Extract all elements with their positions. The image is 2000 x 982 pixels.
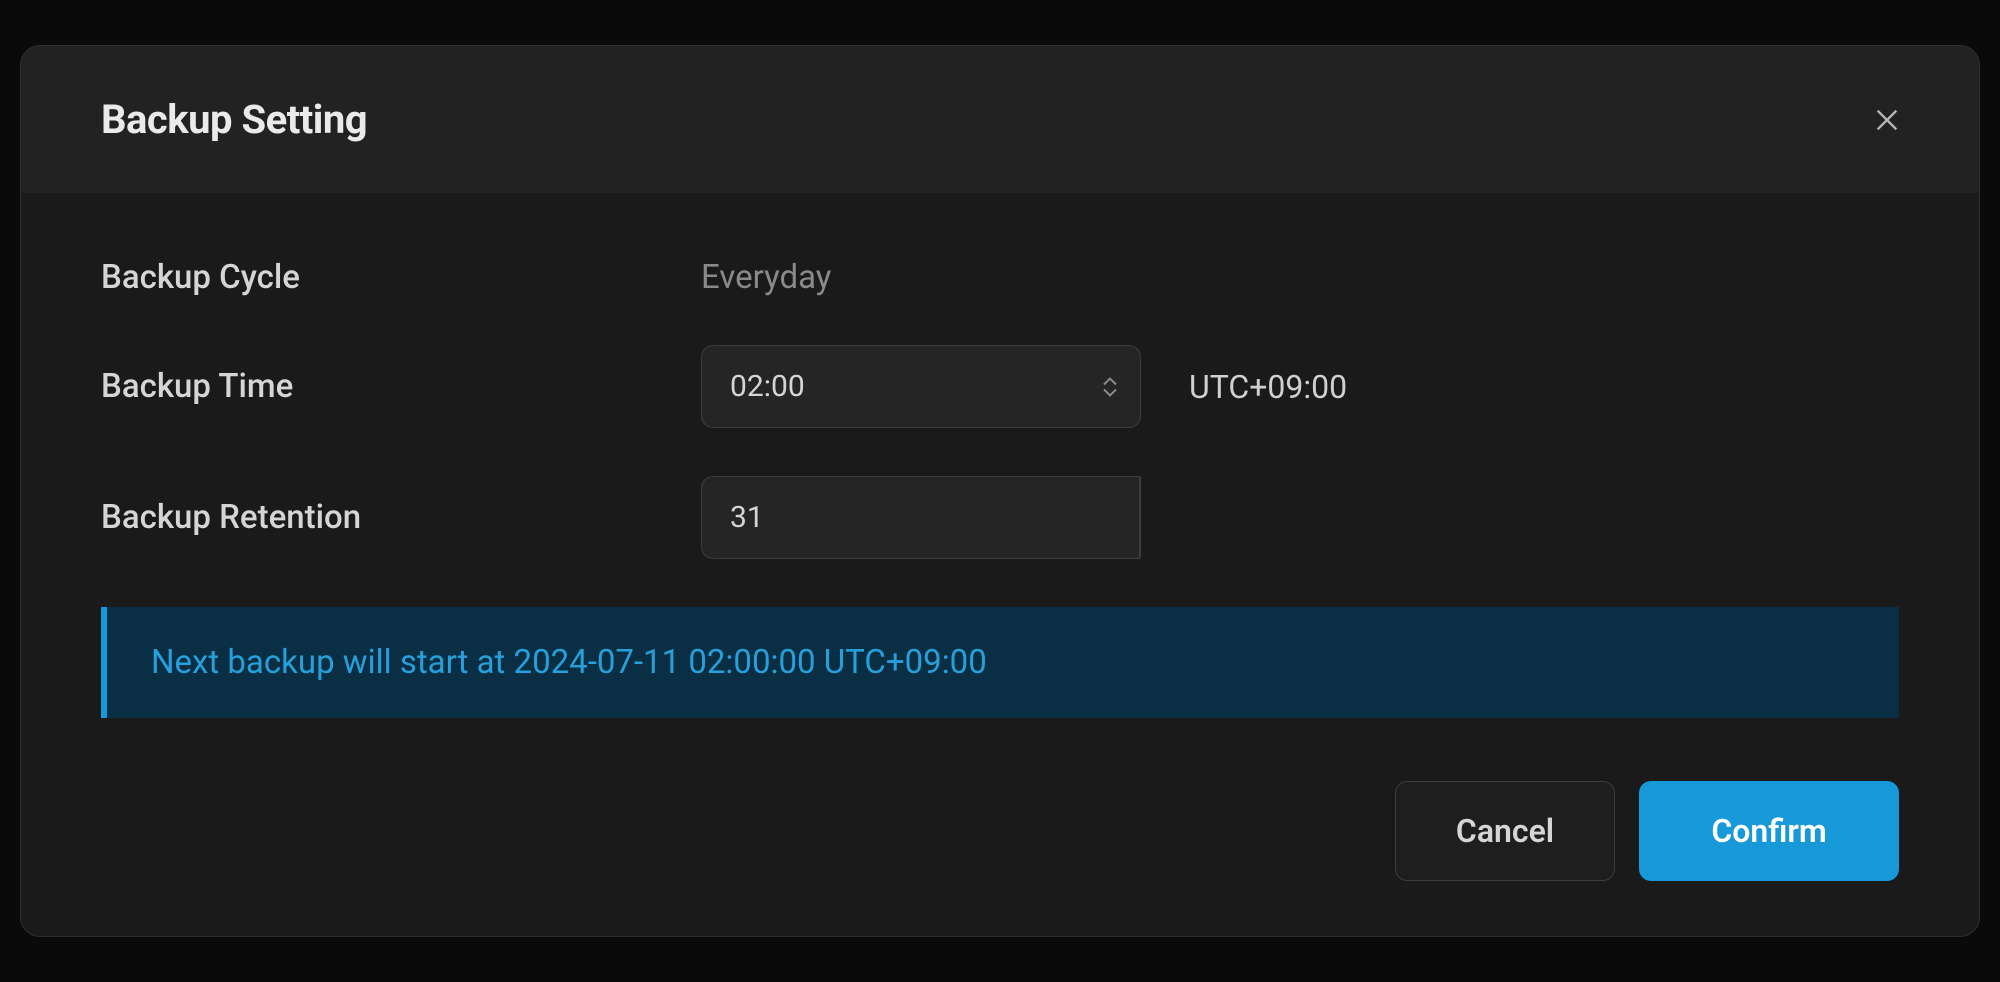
close-icon	[1873, 106, 1901, 134]
backup-retention-input[interactable]	[701, 476, 1139, 559]
cancel-button[interactable]: Cancel	[1395, 781, 1615, 881]
modal-header: Backup Setting	[21, 46, 1979, 193]
backup-retention-stepper	[701, 476, 1141, 559]
modal-body: Backup Cycle Everyday Backup Time UTC+09…	[21, 193, 1979, 763]
backup-retention-label: Backup Retention	[101, 498, 701, 537]
next-backup-banner: Next backup will start at 2024-07-11 02:…	[101, 607, 1899, 718]
backup-time-row: Backup Time UTC+09:00	[101, 345, 1899, 428]
backup-retention-row: Backup Retention	[101, 476, 1899, 559]
backup-setting-modal: Backup Setting Backup Cycle Everyday Bac…	[20, 45, 1980, 937]
modal-title: Backup Setting	[101, 96, 367, 143]
backup-time-label: Backup Time	[101, 367, 701, 406]
confirm-button[interactable]: Confirm	[1639, 781, 1899, 881]
next-backup-text: Next backup will start at 2024-07-11 02:…	[151, 643, 987, 682]
backup-time-select-wrap	[701, 345, 1141, 428]
backup-cycle-row: Backup Cycle Everyday	[101, 258, 1899, 297]
backup-time-select[interactable]	[701, 345, 1141, 428]
modal-footer: Cancel Confirm	[21, 763, 1979, 936]
backup-time-timezone: UTC+09:00	[1189, 368, 1347, 406]
close-button[interactable]	[1865, 98, 1909, 142]
backup-cycle-value: Everyday	[701, 258, 831, 297]
retention-stepper-buttons	[1139, 476, 1141, 559]
backup-cycle-label: Backup Cycle	[101, 258, 701, 297]
